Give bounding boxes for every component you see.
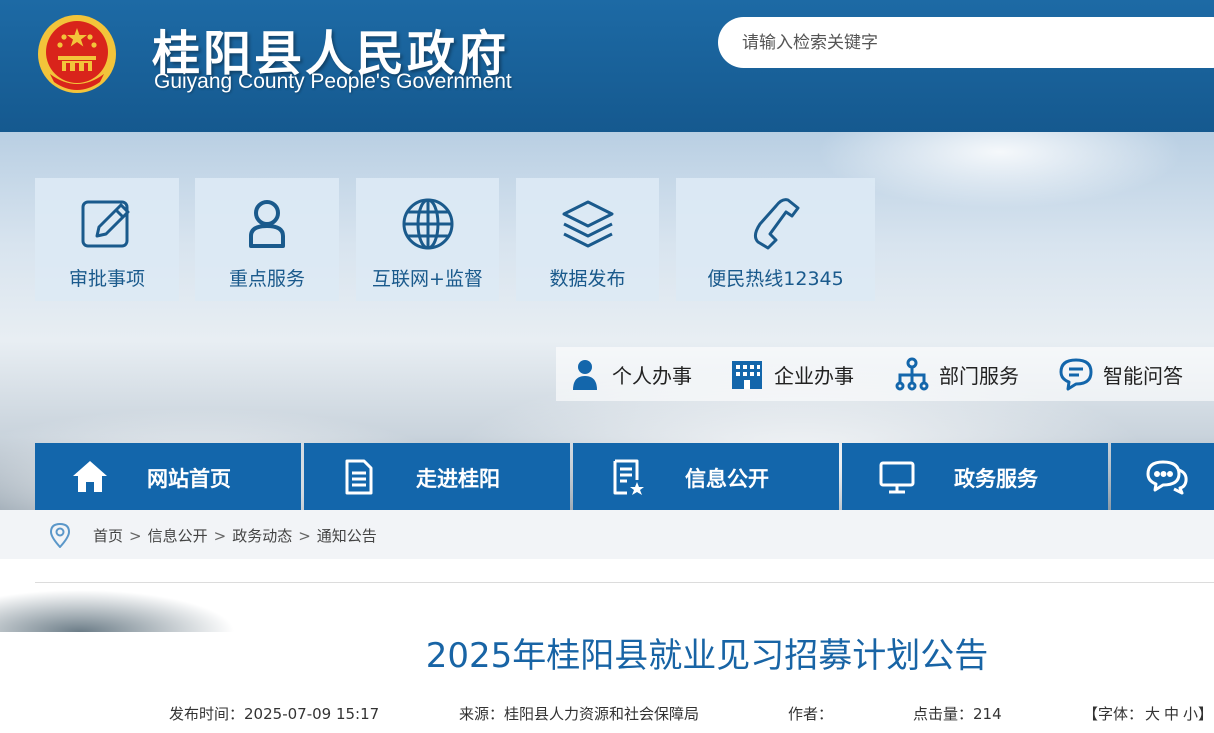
breadcrumb-notices[interactable]: 通知公告 [317, 527, 377, 545]
quick-link-hotline[interactable]: 便民热线12345 [676, 178, 875, 301]
quick-link-key-services[interactable]: 重点服务 [195, 178, 339, 301]
source-label: 来源： [459, 705, 505, 723]
nav-label: 信息公开 [685, 467, 769, 491]
nav-info-disclosure[interactable]: 信息公开 [573, 443, 839, 510]
article-source: 来源：桂阳县人力资源和社会保障局 [459, 703, 699, 724]
quick-link-label: 审批事项 [68, 268, 145, 290]
document-icon [345, 459, 373, 495]
nav-home[interactable]: 网站首页 [35, 443, 301, 510]
quick-link-label: 数据发布 [549, 268, 626, 290]
publish-time: 发布时间：2025-07-09 15:17 [169, 703, 379, 724]
quick-link-label: 重点服务 [228, 268, 305, 290]
source-value: 桂阳县人力资源和社会保障局 [504, 705, 700, 723]
site-header: 桂阳县人民政府 Guiyang County People's Governme… [0, 0, 1214, 132]
font-medium-button[interactable]: 中 [1164, 705, 1179, 723]
service-personal[interactable]: 个人办事 [568, 347, 692, 401]
nav-interaction[interactable] [1111, 443, 1214, 510]
breadcrumb-separator: > [298, 527, 311, 545]
service-label: 部门服务 [939, 363, 1019, 388]
font-large-button[interactable]: 大 [1145, 705, 1160, 723]
service-label: 个人办事 [612, 363, 692, 388]
service-enterprise[interactable]: 企业办事 [730, 347, 854, 401]
font-small-button[interactable]: 小】 [1183, 705, 1213, 723]
chat-icon [1059, 358, 1093, 391]
content-divider [35, 582, 1214, 583]
quick-link-data-release[interactable]: 数据发布 [516, 178, 659, 301]
quick-link-label: 互联网+监督 [372, 268, 483, 290]
font-size-control: 【字体：大中小】 [1083, 703, 1214, 724]
publish-time-label: 发布时间： [169, 705, 245, 723]
info-doc-icon [613, 459, 644, 495]
breadcrumb-gov-news[interactable]: 政务动态 [232, 527, 292, 545]
nav-label: 政务服务 [954, 467, 1038, 491]
hits-value: 214 [973, 705, 1002, 723]
globe-icon [402, 198, 453, 250]
site-subtitle: Guiyang County People's Government [154, 70, 512, 93]
phone-icon [753, 198, 799, 250]
monitor-icon [879, 461, 915, 494]
service-label: 智能问答 [1103, 363, 1183, 388]
author-label: 作者： [788, 705, 834, 723]
org-chart-icon [895, 357, 929, 391]
nav-label: 走进桂阳 [416, 467, 500, 491]
article-hits: 点击量：214 [913, 703, 1002, 724]
person-icon [249, 200, 285, 248]
article-title: 2025年桂阳县就业见习招募计划公告 [425, 636, 989, 676]
breadcrumb: 首页 > 信息公开 > 政务动态 > 通知公告 [93, 525, 377, 546]
font-size-label: 【字体： [1083, 705, 1144, 723]
service-smart-qa[interactable]: 智能问答 [1059, 347, 1183, 401]
nav-label: 网站首页 [147, 467, 231, 491]
publish-time-value: 2025-07-09 15:17 [244, 705, 380, 723]
search-input[interactable] [718, 17, 1214, 68]
service-department[interactable]: 部门服务 [895, 347, 1019, 401]
user-icon [573, 360, 597, 390]
nav-gov-services[interactable]: 政务服务 [842, 443, 1108, 510]
service-bar: 个人办事 企业办事 部门服务 智能问答 [556, 347, 1214, 401]
hits-label: 点击量： [913, 705, 974, 723]
breadcrumb-separator: > [129, 527, 142, 545]
chat-bubbles-icon [1146, 460, 1188, 495]
breadcrumb-separator: > [213, 527, 227, 545]
home-icon [73, 461, 107, 492]
quick-link-internet-supervision[interactable]: 互联网+监督 [356, 178, 499, 301]
edit-icon [81, 200, 130, 248]
nav-about-guiyang[interactable]: 走进桂阳 [304, 443, 570, 510]
quick-link-approval[interactable]: 审批事项 [35, 178, 179, 301]
breadcrumb-home[interactable]: 首页 [93, 527, 123, 545]
breadcrumb-bar: 首页 > 信息公开 > 政务动态 > 通知公告 [0, 510, 1214, 559]
article-author: 作者： [788, 703, 833, 724]
service-label: 企业办事 [774, 363, 854, 388]
location-pin-icon [49, 522, 71, 548]
breadcrumb-info-disclosure[interactable]: 信息公开 [148, 527, 208, 545]
quick-link-label: 便民热线12345 [707, 268, 844, 290]
national-emblem-icon[interactable] [36, 12, 118, 96]
building-icon [732, 361, 762, 389]
layers-icon [562, 200, 613, 248]
